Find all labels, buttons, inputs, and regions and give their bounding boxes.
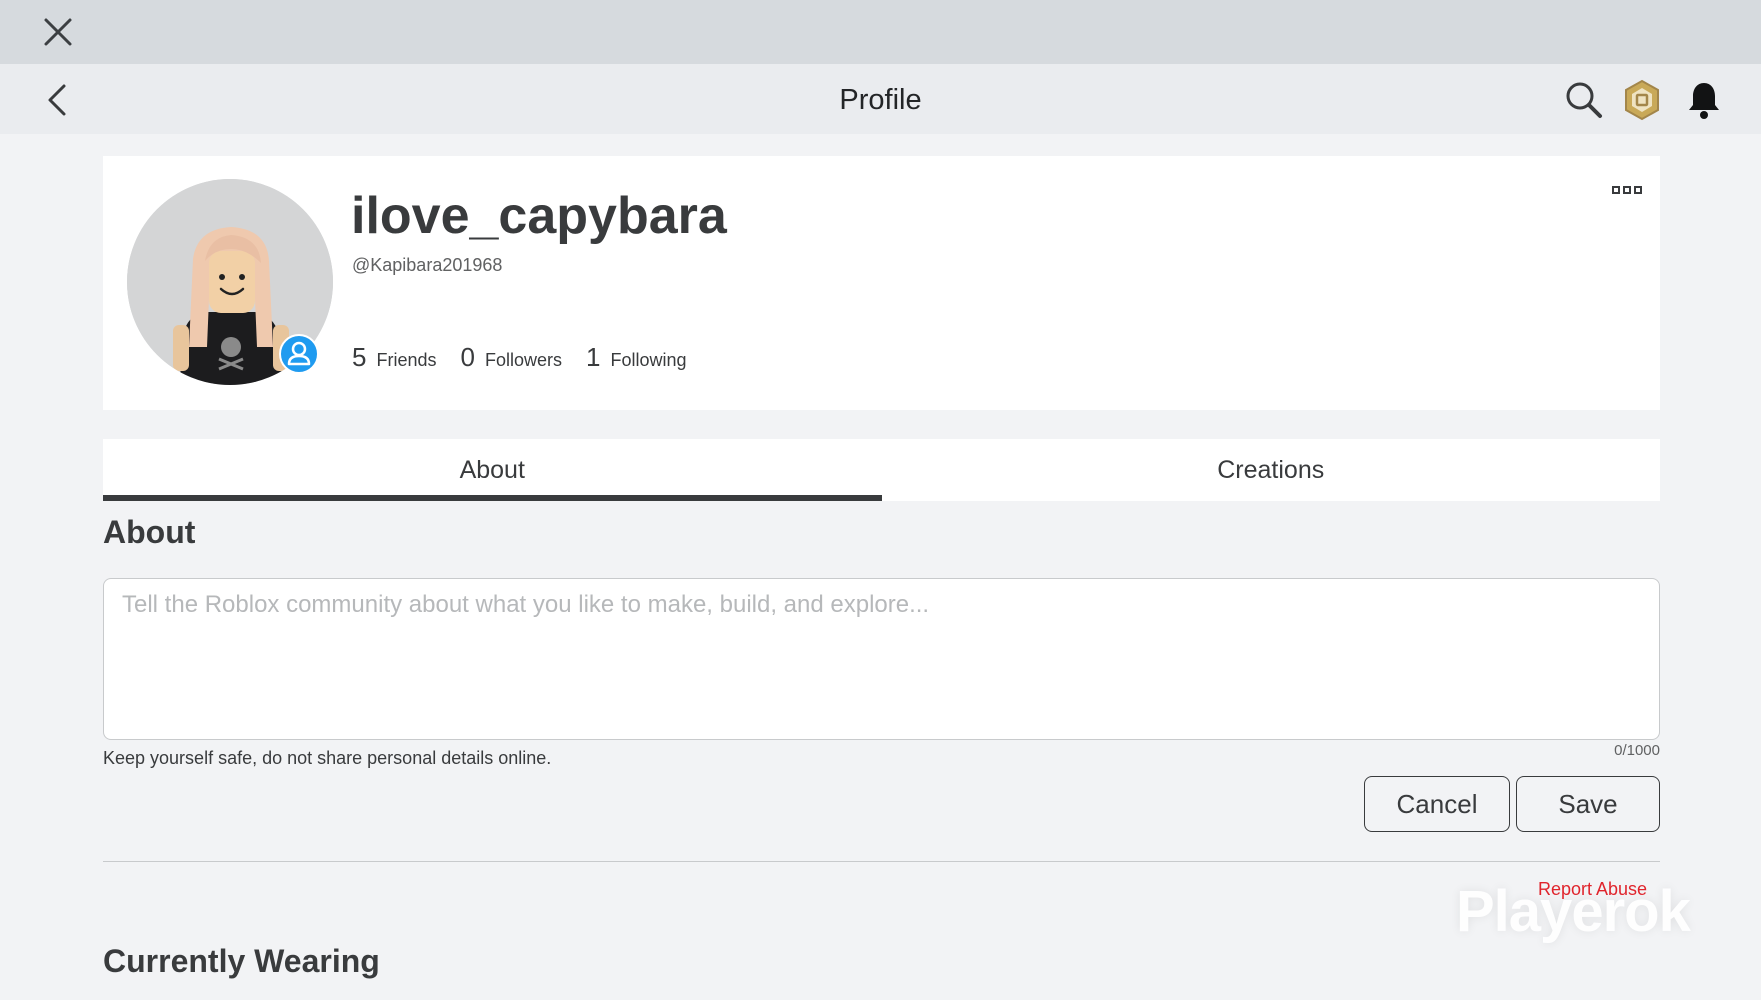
- profile-header-card: [103, 156, 1660, 410]
- following-label: Following: [610, 350, 687, 370]
- followers-count: 0: [460, 342, 475, 372]
- about-input[interactable]: [103, 578, 1660, 740]
- more-options-button[interactable]: [1610, 180, 1644, 200]
- person-icon: [287, 341, 311, 366]
- search-button[interactable]: [1562, 78, 1606, 122]
- notifications-button[interactable]: [1682, 78, 1726, 122]
- followers-label: Followers: [484, 350, 562, 370]
- close-icon: [44, 18, 72, 46]
- report-abuse-link[interactable]: Report Abuse: [1538, 879, 1647, 900]
- tab-creations[interactable]: Creations: [882, 439, 1661, 501]
- following-stat[interactable]: 1 Following: [586, 342, 687, 373]
- page-title: Profile: [839, 84, 922, 116]
- username: @Kapibara201968: [352, 255, 503, 275]
- profile-stats: 5 Friends 0 Followers 1 Following: [352, 342, 711, 373]
- following-count: 1: [586, 342, 601, 372]
- safety-note: Keep yourself safe, do not share persona…: [103, 748, 552, 768]
- followers-stat[interactable]: 0 Followers: [461, 342, 563, 373]
- cancel-button[interactable]: Cancel: [1364, 776, 1510, 832]
- robux-icon: [1625, 79, 1659, 121]
- display-name: ilove_capybara: [351, 187, 727, 245]
- profile-status-badge: [279, 334, 319, 374]
- close-button[interactable]: [36, 10, 80, 54]
- bell-icon: [1689, 83, 1719, 119]
- friends-stat[interactable]: 5 Friends: [352, 342, 437, 373]
- robux-button[interactable]: [1620, 78, 1664, 122]
- character-counter: 0/1000: [1614, 742, 1660, 759]
- section-divider: [103, 861, 1660, 862]
- tab-about[interactable]: About: [103, 439, 882, 501]
- search-icon: [1566, 82, 1602, 118]
- friends-count: 5: [352, 342, 367, 372]
- currently-wearing-heading: Currently Wearing: [103, 943, 380, 979]
- more-icon: [1612, 186, 1642, 194]
- profile-tabs: About Creations: [103, 439, 1660, 501]
- save-button[interactable]: Save: [1516, 776, 1660, 832]
- top-strip: [0, 0, 1761, 64]
- about-heading: About: [103, 514, 196, 550]
- friends-label: Friends: [376, 350, 437, 370]
